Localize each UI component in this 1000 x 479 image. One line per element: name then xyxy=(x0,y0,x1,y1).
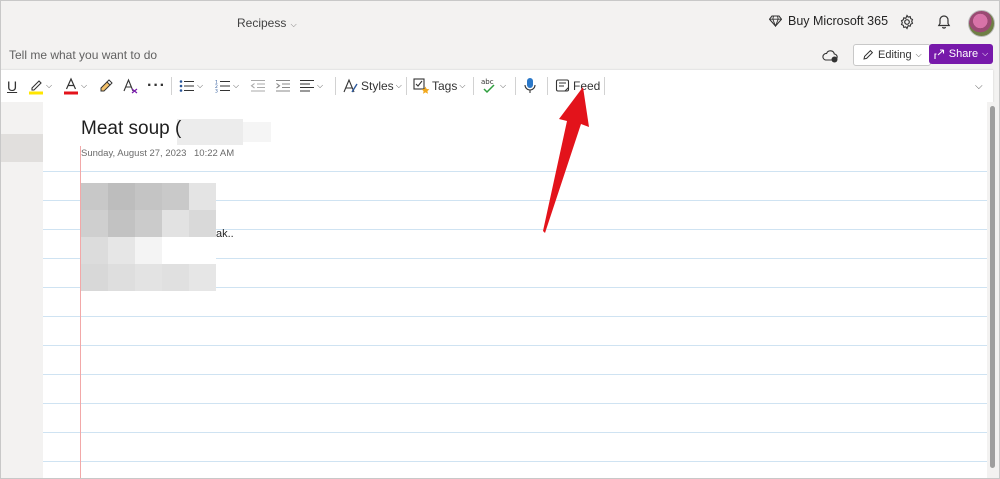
ribbon-separator xyxy=(473,77,474,95)
chevron-down-icon: ⌵ xyxy=(395,81,402,90)
gear-icon[interactable] xyxy=(899,14,915,30)
styles-button[interactable]: Styles ⌵ xyxy=(343,70,402,102)
highlight-button[interactable]: ⌵ xyxy=(28,70,52,102)
share-chevron-icon: ⌵ xyxy=(982,49,989,58)
align-icon xyxy=(300,79,314,92)
sidebar-page-item[interactable] xyxy=(1,134,43,162)
feed-label: Feed xyxy=(573,79,601,93)
ribbon-separator xyxy=(604,77,605,95)
ribbon-separator xyxy=(171,77,172,95)
more-icon[interactable]: ··· xyxy=(147,70,166,102)
ruled-line xyxy=(43,403,987,404)
indent-icon xyxy=(276,79,290,92)
svg-text:3: 3 xyxy=(215,89,218,94)
spelling-button[interactable]: abc ⌵ xyxy=(480,70,506,102)
underline-button[interactable]: U xyxy=(7,70,17,102)
ruled-line xyxy=(43,461,987,462)
chevron-down-icon: ⌵ xyxy=(500,81,507,90)
clear-format-icon xyxy=(123,78,138,94)
chevron-down-icon: ⌵ xyxy=(288,20,297,29)
tags-icon xyxy=(413,77,430,94)
page-date: Sunday, August 27, 2023 xyxy=(81,148,187,159)
redacted-title xyxy=(177,119,243,145)
editing-label: Editing xyxy=(878,49,912,61)
tags-label: Tags xyxy=(432,79,458,93)
ribbon-separator xyxy=(547,77,548,95)
numbering-button[interactable]: 1 2 3 ⌵ xyxy=(215,70,239,102)
ruled-line xyxy=(43,432,987,433)
share-label: Share xyxy=(948,48,979,60)
clear-formatting-button[interactable] xyxy=(122,70,139,102)
styles-label: Styles xyxy=(361,79,394,93)
spelling-icon: abc xyxy=(481,78,495,94)
diamond-icon xyxy=(769,15,782,27)
share-icon xyxy=(934,48,944,59)
tags-button[interactable]: Tags ⌵ xyxy=(413,70,465,102)
feed-button[interactable]: Feed xyxy=(555,70,600,102)
share-button[interactable]: Share ⌵ xyxy=(929,44,993,64)
notebook-title: Recipess xyxy=(237,16,287,30)
dictate-mic-icon xyxy=(524,78,536,93)
avatar[interactable] xyxy=(968,10,995,37)
page-title[interactable]: Meat soup ( xyxy=(81,118,181,140)
outdent-icon xyxy=(250,79,265,92)
ribbon-separator xyxy=(515,77,516,95)
ruled-line xyxy=(43,345,987,346)
title-bar: Recipess ⌵ Buy Microsoft 365 xyxy=(1,1,999,45)
app-window: Recipess ⌵ Buy Microsoft 365 Tell me wha… xyxy=(0,0,1000,479)
ruled-line xyxy=(43,171,987,172)
notebook-title-dropdown[interactable]: Recipess ⌵ xyxy=(237,16,297,30)
pencil-icon xyxy=(863,49,874,60)
chevron-down-icon: ⌵ xyxy=(459,81,466,90)
buy-microsoft-365-link[interactable]: Buy Microsoft 365 xyxy=(769,14,888,28)
command-bar: Tell me what you want to do Editing ⌵ Sh… xyxy=(1,44,999,69)
indent-button[interactable] xyxy=(275,70,291,102)
bullets-icon xyxy=(179,80,194,92)
chevron-down-icon: ⌵ xyxy=(197,81,204,90)
format-painter-button[interactable] xyxy=(98,70,114,102)
chevron-down-icon: ⌵ xyxy=(233,81,240,90)
buy-label: Buy Microsoft 365 xyxy=(788,14,889,28)
editing-mode-button[interactable]: Editing ⌵ xyxy=(853,44,931,66)
feed-icon xyxy=(555,79,570,92)
page-time: 10:22 AM xyxy=(194,148,235,159)
chevron-down-icon: ⌵ xyxy=(915,50,922,59)
note-body-text[interactable]: ak.. xyxy=(216,228,234,240)
scrollbar-thumb[interactable] xyxy=(990,106,995,468)
font-color-icon xyxy=(64,77,78,95)
dictate-button[interactable] xyxy=(523,70,537,102)
chevron-down-icon: ⌵ xyxy=(81,81,88,90)
cloud-sync-icon[interactable] xyxy=(821,48,839,64)
page-list-sidebar xyxy=(1,102,43,478)
note-page[interactable]: Meat soup ( Sunday, August 27, 2023 10:2… xyxy=(43,102,987,478)
chevron-down-icon: ⌵ xyxy=(46,81,53,90)
home-ribbon: U ⌵ ⌵ ··· ⌵ 1 2 3 ⌵ ⌵ Styles ⌵ Tags ⌵ ab… xyxy=(1,69,993,102)
bell-icon[interactable] xyxy=(936,14,952,30)
styles-icon xyxy=(343,78,358,93)
redacted-title xyxy=(243,122,271,142)
align-button[interactable]: ⌵ xyxy=(299,70,323,102)
format-painter-icon xyxy=(100,79,113,92)
ribbon-expand-icon[interactable]: ⌵ xyxy=(975,70,983,102)
underline-label: U xyxy=(7,78,18,94)
outdent-button[interactable] xyxy=(250,70,266,102)
ruled-line xyxy=(43,374,987,375)
tell-me-search[interactable]: Tell me what you want to do xyxy=(9,48,157,62)
spell-label: abc xyxy=(481,78,494,86)
redacted-content xyxy=(81,183,216,291)
highlighter-icon xyxy=(29,80,43,95)
chevron-down-icon: ⌵ xyxy=(317,81,324,90)
vertical-scrollbar[interactable] xyxy=(987,102,999,478)
ribbon-separator xyxy=(335,77,336,95)
ruled-line xyxy=(43,316,987,317)
chevron-down-icon: ⌵ xyxy=(975,80,983,92)
ribbon-separator xyxy=(406,77,407,95)
bullets-button[interactable]: ⌵ xyxy=(179,70,203,102)
numbering-icon: 1 2 3 xyxy=(215,80,230,94)
font-color-button[interactable]: ⌵ xyxy=(63,70,87,102)
